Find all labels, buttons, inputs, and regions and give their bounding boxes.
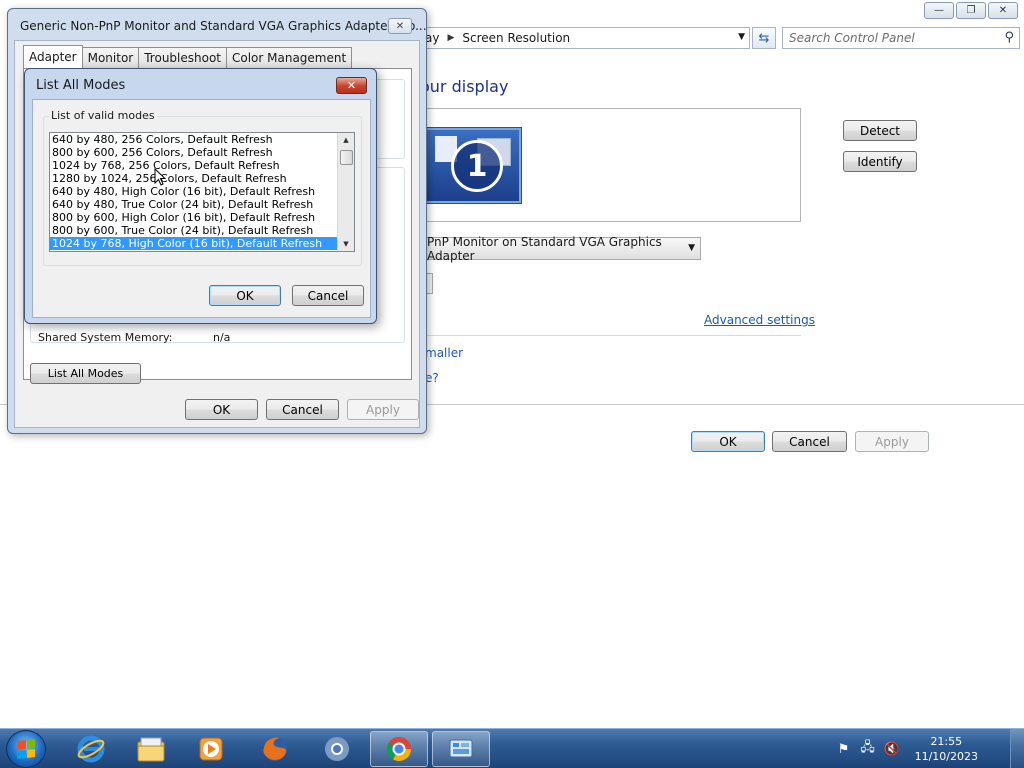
taskbar: ⚑ 🖧 🔇 21:55 11/10/2023 [0, 728, 1024, 768]
file-explorer-icon [137, 737, 165, 762]
address-dropdown-icon[interactable]: ▼ [738, 32, 745, 42]
network-icon[interactable]: 🖧 [860, 740, 875, 756]
taskbar-file-explorer[interactable] [122, 731, 180, 767]
list-item[interactable]: 800 by 600, True Color (24 bit), Default… [50, 224, 354, 237]
tab-monitor[interactable]: Monitor [81, 47, 140, 68]
display-select-value: PnP Monitor on Standard VGA Graphics Ada… [427, 234, 662, 263]
divider [420, 335, 801, 336]
cancel-button[interactable]: Cancel [292, 285, 364, 306]
mouse-cursor-icon [154, 168, 166, 186]
breadcrumb-item[interactable]: Screen Resolution [458, 31, 574, 45]
minimize-button[interactable]: — [924, 2, 954, 19]
list-item-selected[interactable]: 1024 by 768, High Color (16 bit), Defaul… [50, 237, 354, 250]
refresh-button[interactable]: ⇆ [752, 27, 776, 49]
monitor-thumbnail[interactable]: 1 [425, 128, 521, 203]
breadcrumb-separator-icon[interactable]: ▶ [443, 33, 458, 43]
media-player-icon [199, 737, 223, 761]
search-input[interactable]: Search Control Panel ⚲ [782, 27, 1020, 49]
show-desktop-button[interactable] [1010, 729, 1024, 768]
monitor-number-badge: 1 [451, 140, 503, 192]
vertical-scrollbar[interactable]: ▲ ▼ [337, 133, 354, 251]
dialog-body: List of valid modes 640 by 480, 256 Colo… [32, 99, 371, 318]
taskbar-internet-explorer[interactable] [62, 731, 120, 767]
taskbar-chromium[interactable] [308, 731, 366, 767]
chromium-icon [325, 737, 349, 761]
ok-button[interactable]: OK [691, 431, 765, 452]
text-size-link[interactable]: maller [425, 346, 463, 360]
control-panel-icon [449, 739, 473, 758]
taskbar-firefox[interactable] [246, 731, 304, 767]
list-all-modes-dialog: List All Modes ✕ List of valid modes 640… [24, 68, 377, 324]
system-tray: ⚑ 🖧 🔇 21:55 11/10/2023 [837, 729, 978, 768]
taskbar-media-player[interactable] [182, 731, 240, 767]
apply-button[interactable]: Apply [347, 399, 419, 420]
list-item[interactable]: 800 by 600, 256 Colors, Default Refresh [50, 146, 354, 159]
address-bar[interactable]: ay ▶ Screen Resolution ▼ [420, 27, 750, 49]
advanced-settings-link[interactable]: Advanced settings [704, 313, 815, 327]
tab-strip: Adapter Monitor Troubleshoot Color Manag… [23, 45, 353, 68]
shared-memory-label: Shared System Memory: [38, 331, 173, 344]
apply-button[interactable]: Apply [855, 431, 929, 452]
scroll-thumb[interactable] [340, 150, 353, 165]
list-item[interactable]: 640 by 480, High Color (16 bit), Default… [50, 185, 354, 198]
window-controls: — ❐ ✕ [924, 2, 1018, 19]
taskbar-control-panel[interactable] [432, 731, 490, 767]
monitor-panel: 1 [420, 108, 801, 222]
action-center-flag-icon[interactable]: ⚑ [837, 742, 851, 757]
cancel-button[interactable]: Cancel [772, 431, 847, 452]
clock[interactable]: 21:55 11/10/2023 [915, 734, 978, 764]
list-item[interactable]: 640 by 480, True Color (24 bit), Default… [50, 198, 354, 211]
cancel-button[interactable]: Cancel [266, 399, 339, 420]
list-item[interactable]: 800 by 600, High Color (16 bit), Default… [50, 211, 354, 224]
help-link[interactable]: e? [425, 371, 439, 385]
windows-logo-icon [17, 739, 35, 759]
search-icon[interactable]: ⚲ [1004, 30, 1014, 45]
dialog-title: Generic Non-PnP Monitor and Standard VGA… [20, 19, 427, 33]
scroll-down-icon[interactable]: ▼ [338, 237, 354, 251]
close-button[interactable]: ✕ [988, 2, 1018, 19]
start-button[interactable] [6, 730, 46, 768]
detect-button[interactable]: Detect [843, 120, 917, 141]
internet-explorer-icon [77, 735, 105, 763]
dialog-title: List All Modes [36, 78, 126, 93]
shared-memory-value: n/a [213, 331, 231, 344]
chevron-down-icon[interactable]: ▼ [688, 243, 695, 253]
valid-modes-label: List of valid modes [49, 109, 157, 122]
taskbar-chrome[interactable] [370, 731, 428, 767]
list-item[interactable]: 1280 by 1024, 256 Colors, Default Refres… [50, 172, 354, 185]
list-all-modes-button[interactable]: List All Modes [30, 363, 141, 384]
ok-button[interactable]: OK [209, 285, 281, 306]
identify-button[interactable]: Identify [843, 151, 917, 172]
clock-time: 21:55 [930, 735, 963, 748]
display-select[interactable]: PnP Monitor on Standard VGA Graphics Ada… [420, 234, 701, 263]
list-item[interactable]: 640 by 480, 256 Colors, Default Refresh [50, 133, 354, 146]
volume-muted-icon[interactable]: 🔇 [884, 742, 900, 757]
ok-button[interactable]: OK [185, 399, 258, 420]
list-item[interactable]: 1024 by 768, 256 Colors, Default Refresh [50, 159, 354, 172]
tab-color-management[interactable]: Color Management [226, 47, 353, 68]
scroll-up-icon[interactable]: ▲ [338, 133, 354, 147]
close-button[interactable]: ✕ [336, 77, 367, 94]
maximize-button[interactable]: ❐ [956, 2, 986, 19]
firefox-icon [263, 737, 287, 761]
page-title: our display [420, 77, 509, 96]
close-button[interactable]: ✕ [388, 18, 412, 34]
chrome-icon [387, 737, 411, 762]
search-placeholder: Search Control Panel [789, 31, 915, 45]
tab-troubleshoot[interactable]: Troubleshoot [138, 47, 227, 68]
modes-listbox[interactable]: 640 by 480, 256 Colors, Default Refresh … [49, 132, 355, 252]
clock-date: 11/10/2023 [914, 750, 978, 763]
tab-adapter[interactable]: Adapter [23, 45, 83, 68]
